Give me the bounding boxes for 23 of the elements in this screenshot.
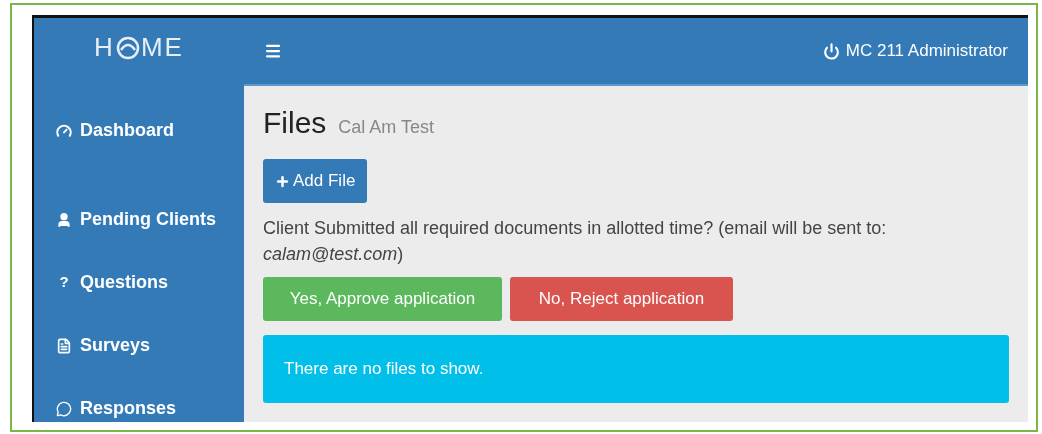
file-icon — [56, 337, 72, 354]
menu-icon[interactable] — [264, 42, 282, 60]
page-subtitle: Cal Am Test — [338, 116, 435, 139]
logo: H ME — [94, 31, 184, 64]
approve-button[interactable]: Yes, Approve application — [263, 277, 502, 321]
power-icon — [822, 42, 840, 60]
question-icon: ? — [56, 271, 72, 294]
user-menu[interactable]: MC 211 Administrator — [822, 38, 1008, 64]
prompt-text: Client Submitted all required documents in allotted time? (email will be sent to: calam@test.com) — [263, 217, 888, 266]
add-file-button[interactable]: Add File — [263, 159, 368, 203]
sidebar-item[interactable]: Responses — [34, 395, 244, 422]
sidebar-item[interactable]: Dashboard — [34, 117, 244, 144]
user-icon — [56, 211, 72, 228]
gauge-icon — [56, 122, 72, 139]
reject-button[interactable]: No, Reject application — [510, 277, 733, 321]
logo-icon — [115, 35, 140, 60]
info-alert: There are no files to show. — [263, 335, 1009, 403]
page-title: Files — [263, 105, 327, 141]
sidebar-item[interactable]: ? Questions — [34, 269, 244, 296]
sidebar-item[interactable]: Surveys — [34, 332, 244, 359]
plus-icon — [275, 173, 290, 189]
sidebar-item[interactable]: Pending Clients — [34, 206, 244, 233]
speech-bubble-icon — [56, 400, 72, 417]
